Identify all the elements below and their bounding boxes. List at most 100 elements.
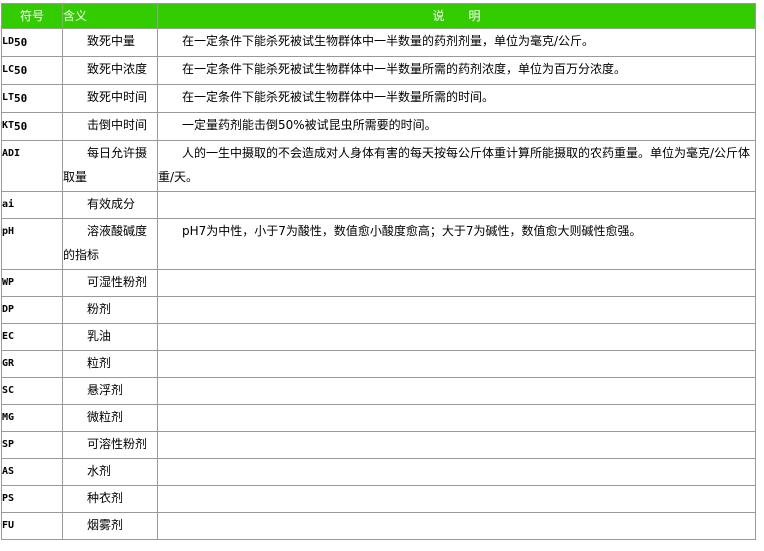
symbol-cell: ADI <box>1 140 63 192</box>
description-cell: 在一定条件下能杀死被试生物群体中一半数量的药剂剂量，单位为毫克/公斤。 <box>157 28 756 57</box>
symbol-text: LT <box>2 92 15 103</box>
description-text: 在一定条件下能杀死被试生物群体中一半数量的药剂剂量，单位为毫克/公斤。 <box>182 34 595 48</box>
table-row: KT50 击倒中时间 一定量药剂能击倒50%被试昆虫所需要的时间。 <box>1 112 756 141</box>
table-row: WP 可湿性粉剂 <box>1 269 756 297</box>
symbol-subscript: 50 <box>14 92 28 105</box>
table-row: AS 水剂 <box>1 458 756 486</box>
description-cell <box>157 485 756 513</box>
symbol-text: pH <box>2 226 15 237</box>
pesticide-glossary-table: 符号 含义 说 明 LD50 致死中量 在一定条件下能杀死被试生物群体中一半数量的药… <box>1 3 756 540</box>
table-row: FU 烟雾剂 <box>1 512 756 540</box>
description-cell <box>157 323 756 351</box>
meaning-text: 有效成分 <box>87 197 136 211</box>
symbol-cell: KT50 <box>1 112 63 141</box>
table-row: LT50 致死中时间 在一定条件下能杀死被试生物群体中一半数量所需的时间。 <box>1 84 756 113</box>
symbol-text: EC <box>2 331 15 342</box>
description-text: 一定量药剂能击倒50%被试昆虫所需要的时间。 <box>182 118 437 132</box>
symbol-text: LC <box>2 64 15 75</box>
symbol-text: AS <box>2 466 15 477</box>
table-row: LC50 致死中浓度 在一定条件下能杀死被试生物群体中一半数量所需的药剂浓度，单位为… <box>1 56 756 85</box>
description-cell: pH7为中性，小于7为酸性，数值愈小酸度愈高；大于7为碱性，数值愈大则碱性愈强。 <box>157 218 756 270</box>
symbol-text: DP <box>2 304 15 315</box>
meaning-text: 致死中量 <box>87 34 136 48</box>
description-cell <box>157 269 756 297</box>
symbol-text: GR <box>2 358 15 369</box>
description-cell <box>157 512 756 540</box>
symbol-text: PS <box>2 493 15 504</box>
description-cell <box>157 350 756 378</box>
meaning-cell: 微粒剂 <box>62 404 158 432</box>
symbol-cell: pH <box>1 218 63 270</box>
description-text: pH7为中性，小于7为酸性，数值愈小酸度愈高；大于7为碱性，数值愈大则碱性愈强。 <box>182 224 642 238</box>
symbol-cell: SP <box>1 431 63 459</box>
meaning-text: 水剂 <box>87 464 112 478</box>
table-row: GR 粒剂 <box>1 350 756 378</box>
table-row: EC 乳油 <box>1 323 756 351</box>
meaning-cell: 致死中量 <box>62 28 158 57</box>
meaning-text: 微粒剂 <box>87 410 124 424</box>
meaning-text: 致死中时间 <box>87 90 148 104</box>
symbol-subscript: 50 <box>14 36 28 49</box>
meaning-text: 粒剂 <box>87 356 112 370</box>
table-row: pH 溶液酸碱度的指标 pH7为中性，小于7为酸性，数值愈小酸度愈高；大于7为碱性，… <box>1 218 756 270</box>
table-row: ADI 每日允许摄取量 人的一生中摄取的不会造成对人身体有害的每天按每公斤体重计算所… <box>1 140 756 192</box>
symbol-subscript: 50 <box>14 120 28 133</box>
symbol-cell: LC50 <box>1 56 63 85</box>
symbol-text: FU <box>2 520 15 531</box>
meaning-cell: 水剂 <box>62 458 158 486</box>
meaning-cell: 粉剂 <box>62 296 158 324</box>
header-meaning: 含义 <box>62 3 158 29</box>
symbol-cell: PS <box>1 485 63 513</box>
symbol-text: ai <box>2 199 15 210</box>
meaning-text: 乳油 <box>87 329 112 343</box>
meaning-cell: 每日允许摄取量 <box>62 140 158 192</box>
description-cell <box>157 404 756 432</box>
description-cell: 人的一生中摄取的不会造成对人身体有害的每天按每公斤体重计算所能摄取的农药重量。单… <box>157 140 756 192</box>
meaning-text: 致死中浓度 <box>87 62 148 76</box>
meaning-cell: 乳油 <box>62 323 158 351</box>
meaning-text: 每日允许摄取量 <box>63 146 148 184</box>
meaning-cell: 致死中时间 <box>62 84 158 113</box>
meaning-cell: 粒剂 <box>62 350 158 378</box>
meaning-cell: 有效成分 <box>62 191 158 219</box>
table-row: ai 有效成分 <box>1 191 756 219</box>
symbol-cell: ai <box>1 191 63 219</box>
meaning-cell: 可溶性粉剂 <box>62 431 158 459</box>
meaning-text: 种衣剂 <box>87 491 124 505</box>
symbol-text: SP <box>2 439 15 450</box>
symbol-text: MG <box>2 412 15 423</box>
description-cell: 在一定条件下能杀死被试生物群体中一半数量所需的时间。 <box>157 84 756 113</box>
meaning-text: 可溶性粉剂 <box>87 437 148 451</box>
meaning-cell: 可湿性粉剂 <box>62 269 158 297</box>
table-row: PS 种衣剂 <box>1 485 756 513</box>
description-cell <box>157 431 756 459</box>
description-cell <box>157 458 756 486</box>
symbol-cell: LD50 <box>1 28 63 57</box>
meaning-cell: 致死中浓度 <box>62 56 158 85</box>
description-text: 人的一生中摄取的不会造成对人身体有害的每天按每公斤体重计算所能摄取的农药重量。单… <box>158 146 751 184</box>
meaning-cell: 悬浮剂 <box>62 377 158 405</box>
symbol-cell: MG <box>1 404 63 432</box>
symbol-cell: LT50 <box>1 84 63 113</box>
meaning-text: 击倒中时间 <box>87 118 148 132</box>
symbol-subscript: 50 <box>14 64 28 77</box>
description-cell: 在一定条件下能杀死被试生物群体中一半数量所需的药剂浓度，单位为百万分浓度。 <box>157 56 756 85</box>
symbol-cell: WP <box>1 269 63 297</box>
meaning-text: 烟雾剂 <box>87 518 124 532</box>
symbol-cell: SC <box>1 377 63 405</box>
description-cell <box>157 296 756 324</box>
table-row: DP 粉剂 <box>1 296 756 324</box>
meaning-text: 粉剂 <box>87 302 112 316</box>
symbol-cell: AS <box>1 458 63 486</box>
header-row: 符号 含义 说 明 <box>1 3 756 29</box>
meaning-text: 溶液酸碱度的指标 <box>63 224 148 262</box>
symbol-cell: DP <box>1 296 63 324</box>
description-cell: 一定量药剂能击倒50%被试昆虫所需要的时间。 <box>157 112 756 141</box>
symbol-cell: GR <box>1 350 63 378</box>
symbol-cell: EC <box>1 323 63 351</box>
meaning-cell: 溶液酸碱度的指标 <box>62 218 158 270</box>
meaning-text: 可湿性粉剂 <box>87 275 148 289</box>
description-cell <box>157 191 756 219</box>
symbol-text: KT <box>2 120 15 131</box>
table-row: MG 微粒剂 <box>1 404 756 432</box>
